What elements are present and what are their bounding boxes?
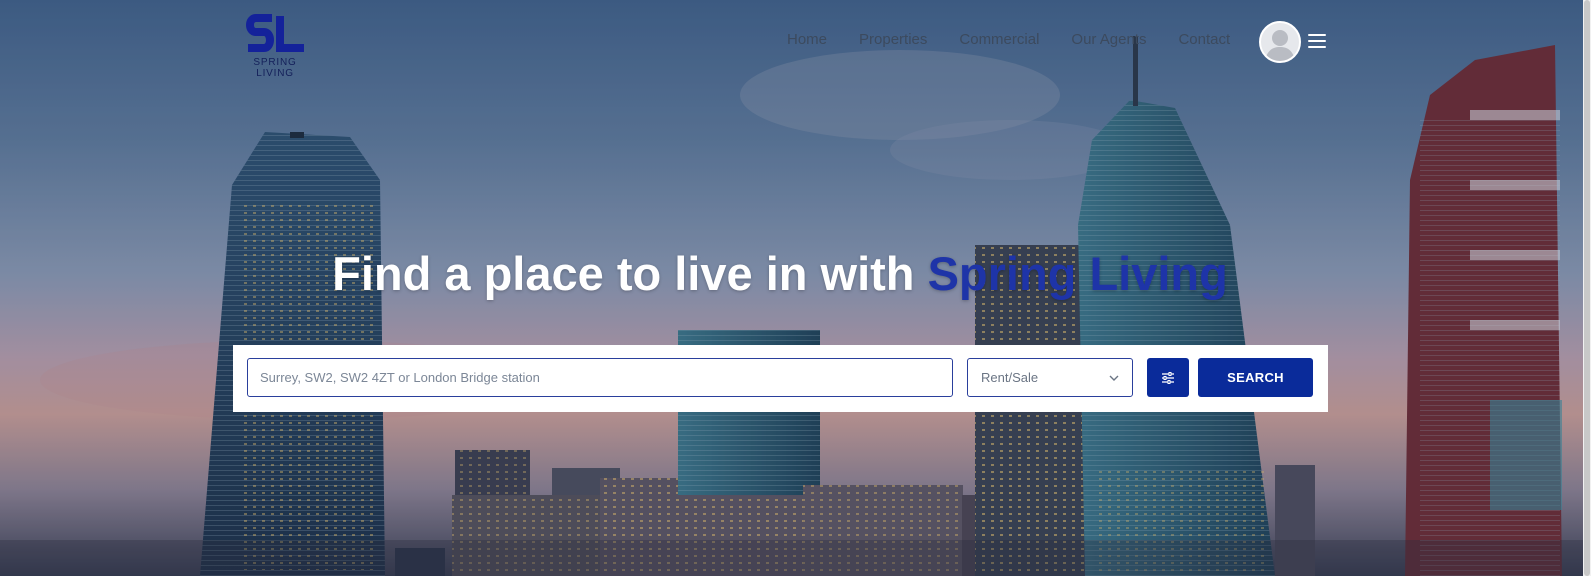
nav-commercial[interactable]: Commercial <box>959 30 1039 50</box>
brand-logo[interactable]: SPRING LIVING <box>234 14 316 79</box>
brand-name: SPRING LIVING <box>253 57 297 79</box>
nav-our-agents[interactable]: Our Agents <box>1071 30 1146 50</box>
person-icon <box>1265 30 1295 61</box>
filters-button[interactable] <box>1147 358 1189 397</box>
spring-living-logo-icon <box>246 14 304 52</box>
rent-sale-select[interactable]: Rent/Sale <box>967 358 1133 397</box>
scrollbar-thumb[interactable] <box>1584 0 1590 576</box>
headline-brand-accent: Spring Living <box>927 247 1228 300</box>
rent-sale-selected-value: Rent/Sale <box>981 370 1039 385</box>
headline-text: Find a place to live in with <box>332 247 915 300</box>
nav-contact[interactable]: Contact <box>1178 30 1230 50</box>
hamburger-menu-icon[interactable] <box>1308 34 1328 50</box>
sliders-icon <box>1162 371 1174 384</box>
location-search-input[interactable] <box>247 358 953 397</box>
hero-headline: Find a place to live in with Spring Livi… <box>0 246 1560 301</box>
page-scrollbar[interactable] <box>1583 0 1591 576</box>
search-button[interactable]: SEARCH <box>1198 358 1313 397</box>
nav-properties[interactable]: Properties <box>859 30 927 50</box>
search-panel: Rent/Sale SEARCH <box>233 345 1328 412</box>
user-avatar-icon[interactable] <box>1259 21 1301 63</box>
main-nav: Home Properties Commercial Our Agents Co… <box>787 30 1262 50</box>
nav-home[interactable]: Home <box>787 30 827 50</box>
chevron-down-icon <box>1109 375 1119 381</box>
